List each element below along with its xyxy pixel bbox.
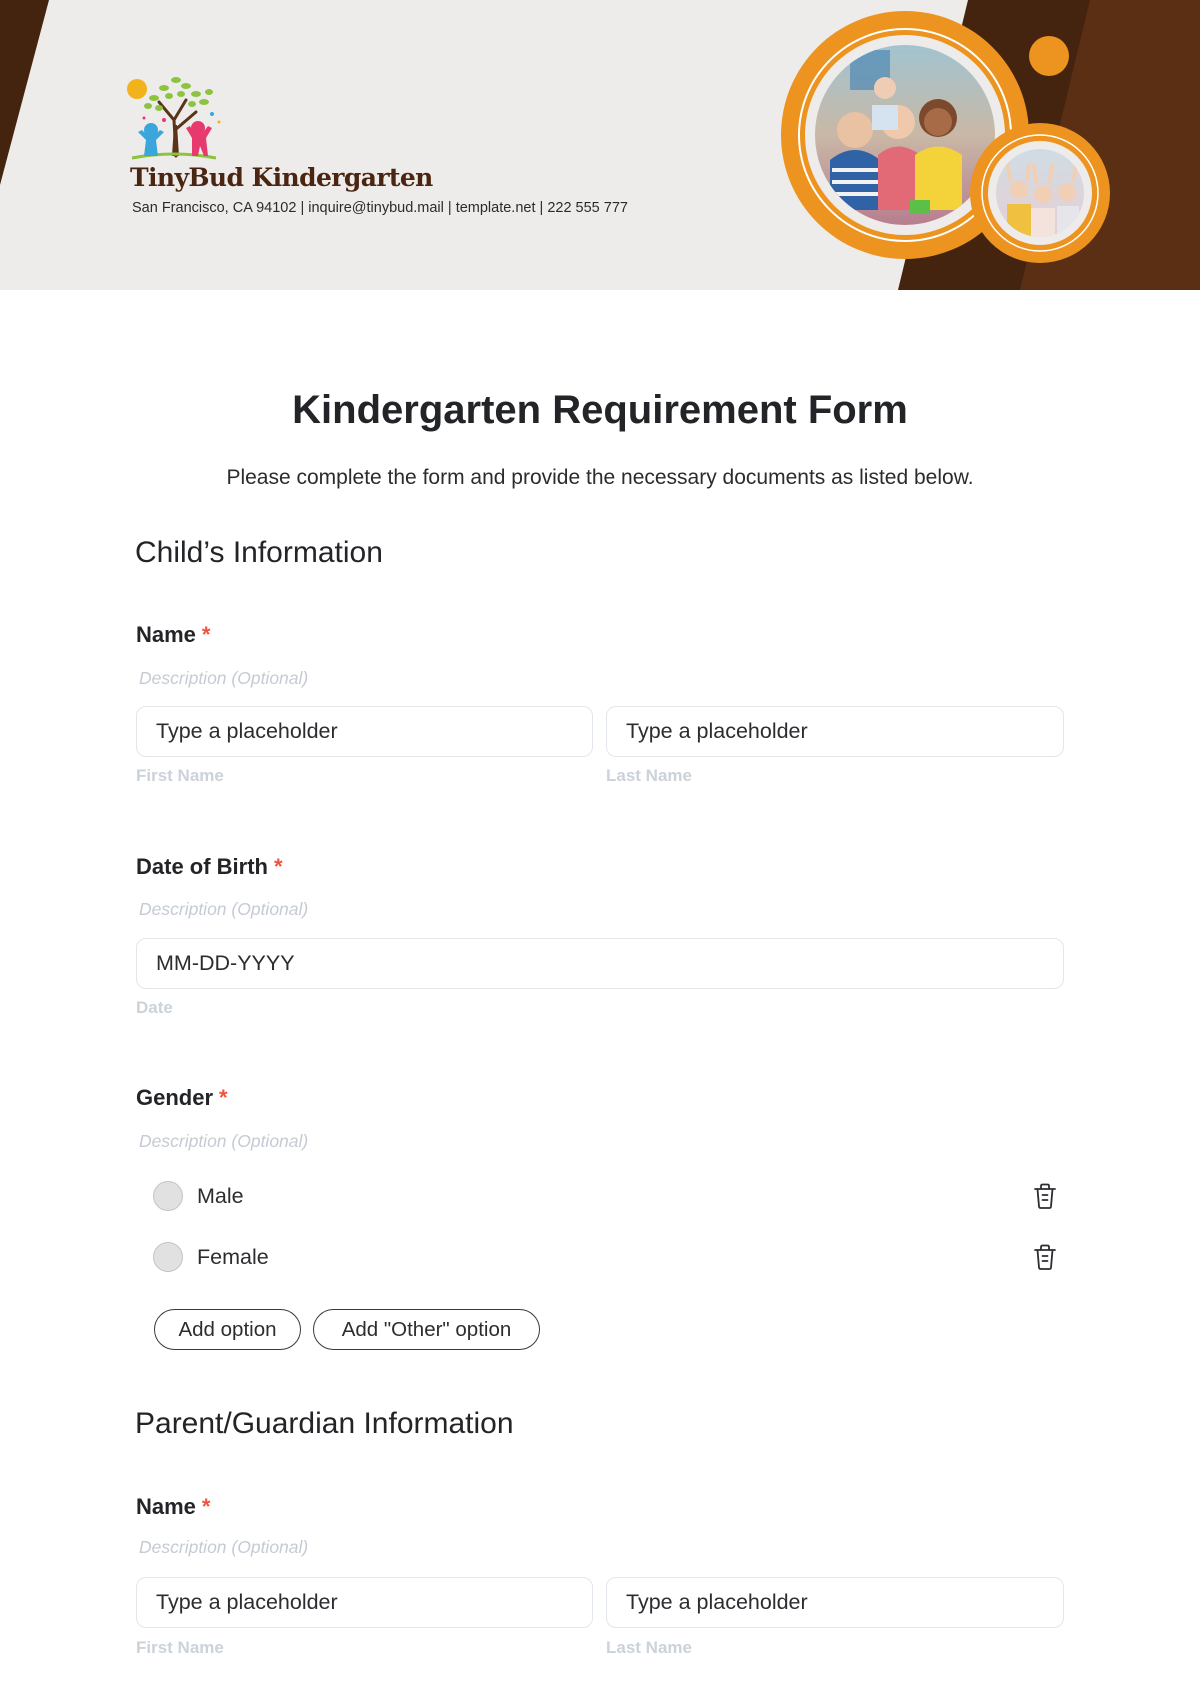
radio-button[interactable] [153, 1242, 183, 1272]
date-of-birth-input[interactable]: MM-DD-YYYY [136, 938, 1064, 989]
field-label-parent-name: Name * [136, 1494, 210, 1520]
tree-logo-icon [127, 77, 221, 160]
input-placeholder: Type a placeholder [156, 1590, 338, 1614]
required-asterisk: * [201, 622, 211, 647]
first-name-sublabel: First Name [136, 766, 224, 785]
section-title-parent-guardian-information: Parent/Guardian Information [135, 1407, 514, 1440]
input-placeholder: Type a placeholder [626, 1590, 808, 1614]
last-name-sublabel: Last Name [606, 1638, 692, 1657]
field-label-child-name: Name * [136, 622, 210, 648]
field-description[interactable]: Description (Optional) [139, 1131, 308, 1152]
field-description[interactable]: Description (Optional) [139, 1537, 308, 1558]
last-name-sublabel: Last Name [606, 766, 692, 785]
trash-icon[interactable] [1032, 1182, 1058, 1210]
form-title: Kindergarten Requirement Form [292, 388, 908, 432]
field-label-text: Name [136, 1494, 196, 1519]
parent-last-name-input[interactable]: Type a placeholder [606, 1577, 1064, 1628]
first-name-sublabel: First Name [136, 1638, 224, 1657]
gender-option-female: Female [153, 1240, 1058, 1274]
field-label-text: Name [136, 622, 196, 647]
parent-first-name-input[interactable]: Type a placeholder [136, 1577, 593, 1628]
input-placeholder: MM-DD-YYYY [156, 951, 295, 975]
radio-button[interactable] [153, 1181, 183, 1211]
brand-name: TinyBud Kindergarten [130, 163, 433, 192]
option-label[interactable]: Female [197, 1245, 269, 1270]
child-first-name-input[interactable]: Type a placeholder [136, 706, 593, 757]
add-option-button[interactable]: Add option [154, 1309, 301, 1350]
field-label-text: Gender [136, 1085, 214, 1110]
input-placeholder: Type a placeholder [626, 719, 808, 743]
add-other-option-button[interactable]: Add "Other" option [313, 1309, 540, 1350]
field-label-date-of-birth: Date of Birth * [136, 854, 283, 880]
required-asterisk: * [201, 1494, 211, 1519]
required-asterisk: * [274, 854, 283, 879]
child-last-name-input[interactable]: Type a placeholder [606, 706, 1064, 757]
field-label-text: Date of Birth [136, 854, 268, 879]
option-label[interactable]: Male [197, 1184, 244, 1209]
field-label-gender: Gender * [136, 1085, 228, 1111]
children-raising-hands-photo [970, 123, 1110, 263]
field-description[interactable]: Description (Optional) [139, 899, 308, 920]
input-placeholder: Type a placeholder [156, 719, 338, 743]
trash-icon[interactable] [1032, 1243, 1058, 1271]
section-title-child-information: Child’s Information [135, 536, 383, 569]
form-subtitle: Please complete the form and provide the… [226, 466, 974, 489]
contact-info: San Francisco, CA 94102 | inquire@tinybu… [132, 200, 628, 216]
left-band [0, 0, 49, 185]
decorative-dot [1029, 36, 1069, 76]
field-description[interactable]: Description (Optional) [139, 668, 308, 689]
required-asterisk: * [219, 1085, 228, 1110]
letterhead: TinyBud Kindergarten San Francisco, CA 9… [0, 0, 1200, 290]
gender-option-male: Male [153, 1179, 1058, 1213]
date-sublabel: Date [136, 998, 173, 1017]
